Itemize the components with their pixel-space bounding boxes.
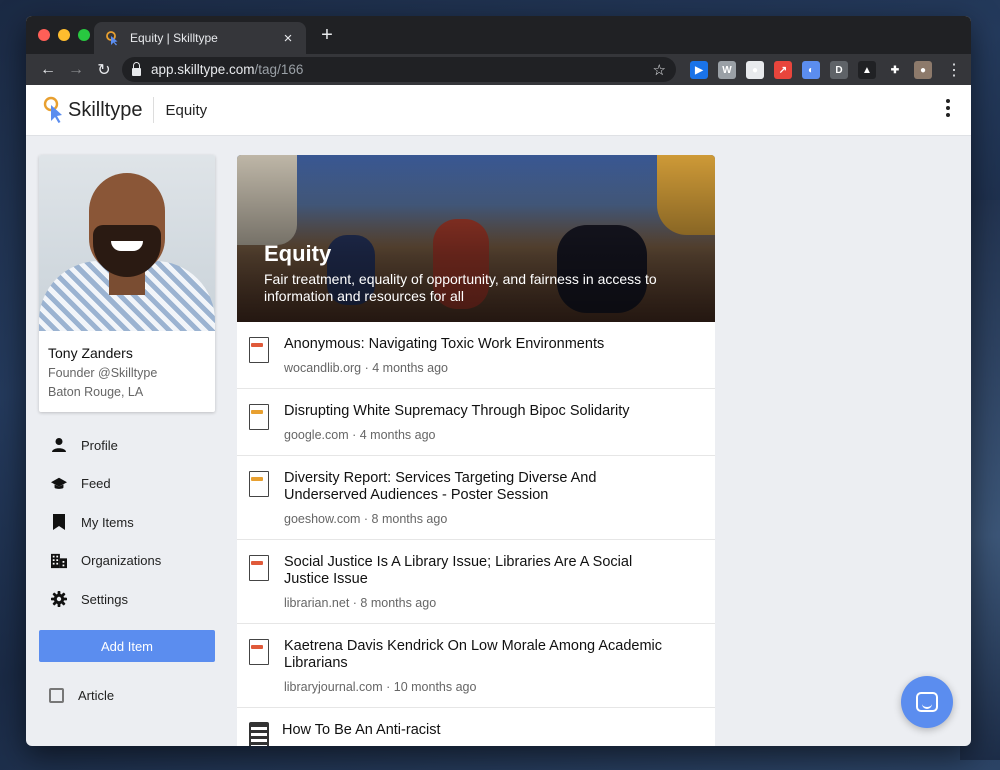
profile-card[interactable]: Tony Zanders Founder @Skilltype Baton Ro…	[39, 155, 215, 412]
browser-tab[interactable]: Equity | Skilltype ×	[94, 22, 306, 54]
graduation-cap-icon	[51, 476, 67, 492]
d-icon[interactable]: D	[830, 61, 848, 79]
profile-role: Founder @Skilltype	[48, 366, 158, 380]
filter-label: Article	[78, 688, 115, 703]
circle-icon[interactable]: ●	[746, 61, 764, 79]
profile-location: Baton Rouge, LA	[48, 385, 144, 399]
list-item[interactable]: Disrupting White Supremacy Through Bipoc…	[237, 389, 715, 456]
item-title[interactable]: Diversity Report: Services Targeting Div…	[284, 470, 664, 504]
person-icon	[51, 437, 67, 453]
item-meta: goeshow.com · 8 months ago	[284, 512, 448, 526]
puzzle-icon[interactable]: ✚	[886, 61, 904, 79]
sidebar-nav: Profile Feed My Items Organizations Sett…	[39, 426, 215, 619]
tab-title: Equity | Skilltype	[130, 31, 218, 45]
item-meta: libraryjournal.com · 10 months ago	[284, 680, 477, 694]
forward-button[interactable]: →	[62, 61, 90, 79]
pdf-file-icon	[249, 337, 271, 365]
more-options-icon[interactable]	[945, 99, 951, 117]
add-item-button[interactable]: Add Item	[39, 630, 215, 662]
sidebar-item-profile[interactable]: Profile	[39, 426, 215, 465]
profile-avatar-icon[interactable]: ●	[914, 61, 932, 79]
filter-article[interactable]: Article	[49, 688, 114, 703]
new-tab-button[interactable]: +	[316, 24, 338, 47]
pdf-file-icon	[249, 555, 271, 583]
browser-toolbar: ← → ↻ app.skilltype.com /tag/166 ☆ ▶ W ● ↗ ◐…	[26, 54, 971, 85]
video-film-icon	[249, 722, 269, 746]
back-button[interactable]: ←	[34, 61, 62, 79]
doc-file-icon	[249, 471, 271, 499]
item-list: Anonymous: Navigating Toxic Work Environ…	[237, 322, 715, 746]
extensions-bar: ▶ W ● ↗ ◐ D ▲ ✚ ● ⋮	[690, 60, 962, 80]
list-item[interactable]: Diversity Report: Services Targeting Div…	[237, 456, 715, 540]
w-icon[interactable]: W	[718, 61, 736, 79]
zoom-window-button[interactable]	[78, 29, 90, 41]
tab-close-icon[interactable]: ×	[280, 30, 296, 47]
sidebar-item-settings[interactable]: Settings	[39, 580, 215, 619]
sidebar-item-label: Feed	[81, 476, 111, 492]
address-bar[interactable]: app.skilltype.com /tag/166 ☆	[122, 57, 676, 82]
bookmark-icon	[51, 514, 67, 531]
bookmark-star-icon[interactable]: ☆	[653, 61, 666, 79]
sidebar-item-feed[interactable]: Feed	[39, 465, 215, 504]
list-item[interactable]: Social Justice Is A Library Issue; Libra…	[237, 540, 715, 624]
page-title: Equity	[165, 101, 208, 119]
page-content: Tony Zanders Founder @Skilltype Baton Ro…	[26, 136, 971, 746]
gear-icon	[51, 591, 67, 608]
sidebar-item-label: Profile	[81, 437, 118, 453]
browser-window: Equity | Skilltype × + ← → ↻ app.skillty…	[26, 16, 971, 746]
screencast-icon[interactable]: ▶	[690, 61, 708, 79]
profile-name: Tony Zanders	[48, 345, 133, 361]
article-checkbox[interactable]	[49, 688, 64, 703]
tag-feed: Equity Fair treatment, equality of oppor…	[237, 155, 715, 746]
doc-file-icon	[249, 404, 271, 432]
pdf-file-icon	[249, 639, 271, 667]
tag-hero-banner: Equity Fair treatment, equality of oppor…	[237, 155, 715, 322]
chat-support-button[interactable]	[901, 676, 953, 728]
item-title[interactable]: Disrupting White Supremacy Through Bipoc…	[284, 403, 664, 420]
skilltype-favicon-icon	[104, 30, 120, 46]
sidebar-item-my-items[interactable]: My Items	[39, 503, 215, 542]
cone-icon[interactable]: ▲	[858, 61, 876, 79]
item-title[interactable]: Kaetrena Davis Kendrick On Low Morale Am…	[284, 638, 664, 672]
url-host: app.skilltype.com	[151, 62, 255, 77]
sidebar-item-label: Organizations	[81, 553, 162, 569]
app-header: Skilltype Equity	[26, 85, 971, 136]
tab-strip: Equity | Skilltype × +	[26, 16, 971, 54]
chat-icon	[916, 692, 938, 712]
item-title[interactable]: Social Justice Is A Library Issue; Libra…	[284, 554, 664, 588]
url-path: /tag/166	[254, 62, 304, 77]
item-meta: google.com · 4 months ago	[284, 428, 436, 442]
item-title[interactable]: Anonymous: Navigating Toxic Work Environ…	[284, 336, 664, 353]
browser-menu-icon[interactable]: ⋮	[946, 60, 962, 80]
sidebar-item-label: Settings	[81, 591, 128, 607]
list-item[interactable]: Anonymous: Navigating Toxic Work Environ…	[237, 322, 715, 389]
item-title[interactable]: How To Be An Anti-racist	[282, 722, 662, 739]
item-meta: wocandlib.org · 4 months ago	[284, 361, 448, 375]
tag-description: Fair treatment, equality of opportunity,…	[264, 271, 657, 304]
brand-name[interactable]: Skilltype	[68, 97, 155, 123]
window-controls	[38, 29, 90, 41]
skilltype-logo-icon[interactable]	[42, 96, 64, 124]
sidebar-item-label: My Items	[81, 514, 134, 530]
sidebar-item-organizations[interactable]: Organizations	[39, 542, 215, 581]
list-item[interactable]: How To Be An Anti-racist	[237, 708, 715, 746]
minimize-window-button[interactable]	[58, 29, 70, 41]
list-item[interactable]: Kaetrena Davis Kendrick On Low Morale Am…	[237, 624, 715, 708]
item-meta: librarian.net · 8 months ago	[284, 596, 437, 610]
building-icon	[51, 553, 67, 569]
tag-title: Equity	[264, 241, 332, 266]
skilltype-ext-icon[interactable]: ◐	[802, 61, 820, 79]
avatar	[39, 155, 215, 331]
reload-button[interactable]: ↻	[90, 60, 118, 80]
close-window-button[interactable]	[38, 29, 50, 41]
lock-icon	[132, 61, 141, 76]
arrow-icon[interactable]: ↗	[774, 61, 792, 79]
